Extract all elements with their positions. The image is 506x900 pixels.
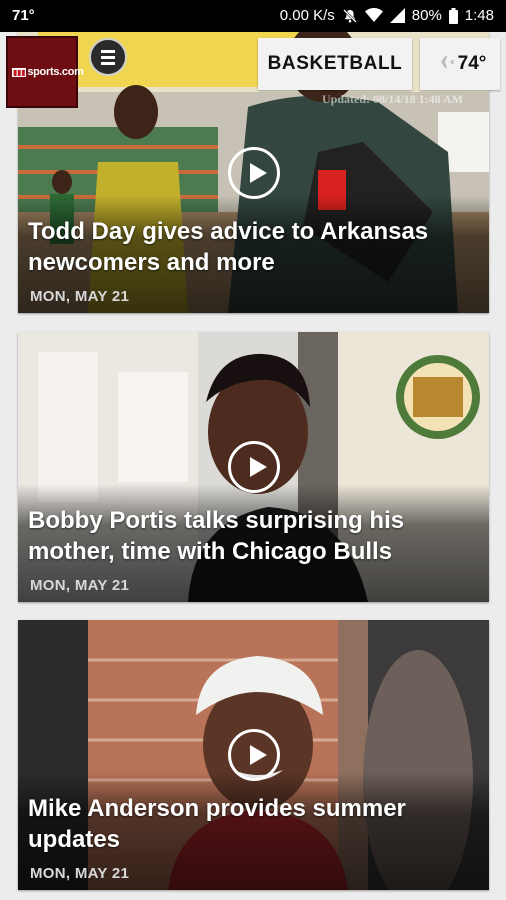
logo-bars-icon: ▮▮▮ (12, 68, 27, 77)
article-card[interactable]: Todd Day gives advice to Arkansas newcom… (18, 32, 489, 313)
weather-button[interactable]: 74° (420, 38, 500, 90)
hamburger-icon (101, 56, 115, 59)
status-battery: 80% (411, 7, 442, 24)
article-date: MON, MAY 21 (30, 865, 130, 882)
news-feed[interactable]: Todd Day gives advice to Arkansas newcom… (0, 32, 506, 900)
hamburger-icon (101, 62, 115, 65)
article-headline[interactable]: Bobby Portis talks surprising his mother… (28, 505, 477, 567)
status-bar: 71° 0.00 K/s 80% 1:48 (0, 0, 506, 32)
wifi-icon (364, 8, 383, 23)
status-time: 1:48 (464, 7, 494, 24)
play-icon[interactable] (227, 729, 280, 781)
article-headline[interactable]: Todd Day gives advice to Arkansas newcom… (28, 216, 477, 278)
weather-temp: 74° (457, 53, 487, 74)
menu-button[interactable] (89, 38, 127, 76)
status-temp: 71° (12, 7, 35, 24)
signal-icon (389, 8, 405, 23)
hamburger-icon (101, 50, 115, 53)
article-card[interactable]: Mike Anderson provides summer updates MO… (18, 620, 489, 890)
article-date: MON, MAY 21 (30, 288, 130, 305)
plane-icon (434, 53, 454, 75)
article-date: MON, MAY 21 (30, 577, 130, 594)
mute-icon (342, 8, 358, 24)
play-icon[interactable] (227, 146, 280, 199)
updated-timestamp: Updated: 08/14/18 1:48 AM (322, 92, 463, 106)
status-right: 0.00 K/s 80% 1:48 (280, 7, 494, 24)
article-headline[interactable]: Mike Anderson provides summer updates (28, 793, 477, 855)
feed-bottom-edge (0, 894, 506, 900)
status-speed: 0.00 K/s (279, 7, 335, 24)
logo-wordmark: ▮▮▮ sports.com (12, 66, 84, 78)
app-logo[interactable]: ▮▮▮ sports.com (6, 36, 84, 108)
section-selector-button[interactable]: BASKETBALL (258, 38, 412, 90)
battery-icon (448, 7, 458, 24)
article-card[interactable]: Bobby Portis talks surprising his mother… (18, 332, 489, 602)
play-icon[interactable] (227, 441, 280, 493)
